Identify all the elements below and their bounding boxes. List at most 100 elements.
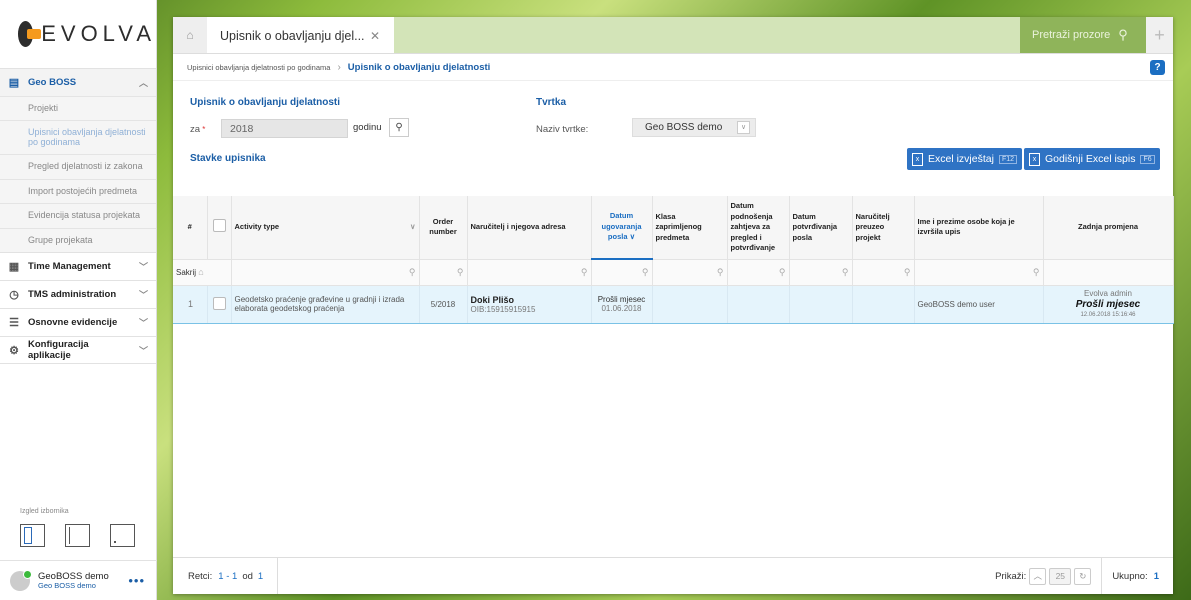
- search-icon: ⚲: [456, 266, 464, 277]
- filter-cell[interactable]: ⚲: [727, 259, 790, 286]
- excel-file-icon: x: [1029, 152, 1040, 166]
- col-preuzeo[interactable]: Naručitelj preuzeo projekt: [852, 196, 915, 260]
- sidebar-item-import[interactable]: Import postojećih predmeta: [0, 178, 156, 203]
- nav-geo-boss[interactable]: ▤ Geo BOSS ︿: [0, 68, 156, 96]
- row-podnosenje: [727, 285, 790, 324]
- gear-icon: ⚙: [9, 344, 19, 357]
- filter-cell[interactable]: ⚲: [231, 259, 420, 286]
- form-area: Upisnik o obavljanju djelatnosti za * 20…: [173, 81, 1173, 196]
- sidebar-item-projekti[interactable]: Projekti: [0, 96, 156, 120]
- filter-cell[interactable]: ⚲: [852, 259, 915, 286]
- chevron-down-icon: ﹀: [138, 345, 148, 356]
- client-oib: OIB:15915915915: [470, 304, 536, 314]
- tab-bar-fill: [394, 17, 1020, 53]
- rows-label: Retci:: [188, 570, 213, 582]
- tab-bar: ⌂ Upisnik o obavljanju djel... ✕ Pretraž…: [173, 17, 1173, 54]
- row-checkbox[interactable]: [212, 296, 226, 310]
- add-tab-button[interactable]: +: [1146, 17, 1173, 53]
- annual-excel-button[interactable]: x Godišnji Excel ispis F6: [1024, 148, 1160, 170]
- shortcut-badge: F12: [998, 154, 1018, 164]
- search-year-button[interactable]: ⚲: [389, 118, 409, 137]
- search-icon: ⚲: [1118, 27, 1128, 42]
- filter-cell[interactable]: ⚲: [789, 259, 853, 286]
- col-activity-type[interactable]: Activity type ∨: [231, 196, 420, 260]
- row-select[interactable]: [207, 285, 232, 324]
- hide-filter-toggle[interactable]: Sakrij ⌂: [173, 259, 232, 286]
- logo[interactable]: EVOLVA: [0, 0, 156, 68]
- sidebar-item-pregled[interactable]: Pregled djelatnosti iz zakona: [0, 154, 156, 178]
- col-datum-ugovaranja[interactable]: Datum ugovaranja posla ∨: [591, 196, 653, 260]
- chevron-down-icon: ﹀: [138, 318, 148, 329]
- nav-osnovne-evidencije[interactable]: ☰ Osnovne evidencije ﹀: [0, 308, 156, 336]
- breadcrumb-parent[interactable]: Upisnici obavljanja djelatnosti po godin…: [187, 63, 330, 72]
- excel-report-button[interactable]: x Excel izvještaj F12: [907, 148, 1023, 170]
- ukupno-label: Ukupno:: [1112, 570, 1148, 582]
- footer-divider: [1101, 558, 1103, 594]
- page-up-icon[interactable]: ︿: [1029, 567, 1047, 585]
- rows-total: 1: [257, 570, 264, 582]
- firm-select[interactable]: Geo BOSS demo ∨: [632, 118, 756, 137]
- tab-upisnik[interactable]: Upisnik o obavljanju djel... ✕: [207, 17, 394, 53]
- layout-label: Izgled izbornika: [20, 508, 69, 515]
- table-header-row: # Activity type ∨ Order number Naručitelj…: [173, 196, 1174, 260]
- layout-hidden-button[interactable]: [110, 524, 135, 547]
- table-row[interactable]: 1 Geodetsko praćenje građevine u gradnji…: [173, 285, 1174, 324]
- col-zadnja-promjena[interactable]: Zadnja promjena: [1043, 196, 1174, 260]
- date-value: 01.06.2018: [601, 304, 642, 313]
- filter-cell[interactable]: ⚲: [467, 259, 592, 286]
- search-icon: ⚲: [1032, 266, 1040, 277]
- excel-button-label: Excel izvještaj: [928, 153, 994, 165]
- row-changed: Evolva admin Prošli mjesec 12.06.2018 15…: [1043, 285, 1174, 324]
- col-datum-potvrdivanja[interactable]: Datum potvrđivanja posla: [789, 196, 853, 260]
- changed-timestamp: 12.06.2018 15:16:46: [1080, 311, 1136, 318]
- home-icon[interactable]: ⌂: [173, 17, 207, 53]
- search-icon: ⚲: [778, 266, 786, 277]
- od-label: od: [242, 570, 253, 582]
- col-select-all[interactable]: [207, 196, 232, 260]
- chevron-down-icon: ﹀: [138, 290, 148, 301]
- nav-konfiguracija[interactable]: ⚙ Konfiguracija aplikacije ﹀: [0, 336, 156, 365]
- select-all-checkbox[interactable]: [212, 219, 226, 232]
- firm-label: Naziv tvrtke:: [536, 124, 589, 135]
- za-label: za *: [190, 124, 206, 135]
- layout-compact-button[interactable]: [65, 524, 90, 547]
- help-icon[interactable]: ?: [1150, 60, 1165, 75]
- col-datum-podnosenja[interactable]: Datum podnošenja zahtjeva za pregled i p…: [727, 196, 790, 260]
- layout-full-button[interactable]: [20, 524, 45, 547]
- more-icon[interactable]: •••: [128, 573, 145, 588]
- filter-cell[interactable]: ⚲: [914, 259, 1044, 286]
- page-size-input[interactable]: 25: [1049, 567, 1072, 585]
- row-activity[interactable]: Geodetsko praćenje građevine u gradnji i…: [231, 285, 420, 324]
- filter-cell[interactable]: [1043, 259, 1174, 286]
- row-potvrda: [789, 285, 853, 324]
- nav-tms-administration[interactable]: ◷ TMS administration ﹀: [0, 280, 156, 308]
- col-order-number[interactable]: Order number: [419, 196, 468, 260]
- year-input[interactable]: 2018: [221, 119, 348, 138]
- nav-time-management[interactable]: ▦ Time Management ﹀: [0, 252, 156, 280]
- filter-cell[interactable]: ⚲: [591, 259, 653, 286]
- rows-range: 1 - 1: [218, 570, 238, 582]
- book-icon: ▤: [8, 77, 20, 89]
- user-panel[interactable]: GeoBOSS demo Geo BOSS demo •••: [0, 560, 157, 600]
- nav-label: Osnovne evidencije: [28, 317, 118, 329]
- breadcrumb: Upisnici obavljanja djelatnosti po godin…: [173, 54, 1173, 81]
- col-number[interactable]: #: [173, 196, 208, 260]
- col-narucitelj[interactable]: Naručitelj i njegova adresa: [467, 196, 592, 260]
- close-icon[interactable]: ✕: [370, 29, 380, 43]
- changed-relative: Prošli mjesec: [1075, 299, 1141, 310]
- window-search[interactable]: Pretraži prozore ⚲: [1020, 17, 1146, 53]
- refresh-icon[interactable]: ↻: [1074, 567, 1092, 585]
- chevron-up-icon: ︿: [138, 78, 148, 88]
- layout-options: [20, 524, 135, 547]
- col-klasa[interactable]: Klasa zaprimljenog predmeta: [652, 196, 728, 260]
- clock-icon: ◷: [9, 289, 19, 302]
- sidebar-item-evidencija[interactable]: Evidencija statusa projekata: [0, 203, 156, 227]
- sidebar-item-upisnici[interactable]: Upisnici obavljanja djelatnosti po godin…: [0, 120, 156, 154]
- breadcrumb-current: Upisnik o obavljanju djelatnosti: [347, 61, 491, 73]
- sidebar-item-grupe[interactable]: Grupe projekata: [0, 227, 156, 252]
- col-upisao[interactable]: Ime i prezime osobe koja je izvršila upi…: [914, 196, 1044, 260]
- chevron-down-icon: ﹀: [138, 262, 148, 273]
- filter-cell[interactable]: ⚲: [419, 259, 468, 286]
- evolva-logo-icon: [18, 21, 42, 47]
- filter-cell[interactable]: ⚲: [652, 259, 728, 286]
